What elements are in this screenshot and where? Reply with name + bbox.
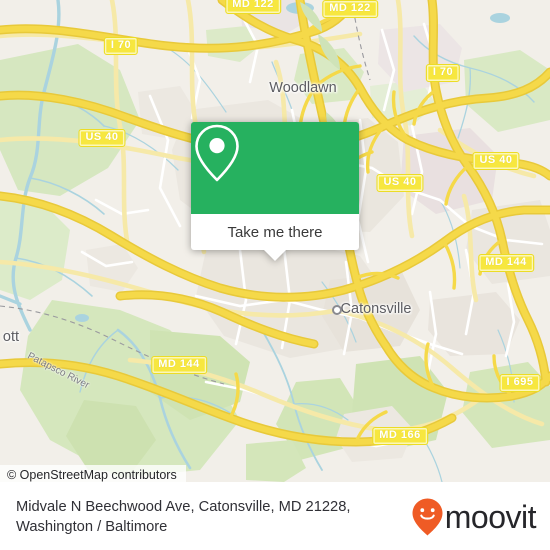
map-pin-icon (195, 124, 239, 182)
location-region: Washington / Baltimore (16, 518, 168, 535)
place-label-woodlawn: Woodlawn (269, 80, 337, 96)
popup-tail-pointer (264, 250, 286, 261)
highway-shield: MD 144 (151, 356, 207, 374)
highway-shield: US 40 (472, 152, 520, 170)
take-me-there-button[interactable]: Take me there (191, 214, 359, 250)
moovit-logo[interactable]: moovit (411, 497, 537, 537)
highway-shield: MD 122 (225, 0, 281, 14)
location-title: Midvale N Beechwood Ave, Catonsville, MD… (16, 498, 351, 515)
take-me-there-label: Take me there (227, 223, 323, 241)
highway-shield: I 695 (499, 374, 541, 392)
highway-shield: MD 166 (372, 427, 428, 445)
place-label-catonsville: Catonsville (340, 301, 412, 317)
popup-header (191, 122, 359, 214)
highway-shield: US 40 (376, 174, 424, 192)
moovit-wordmark: moovit (444, 498, 537, 535)
location-description: Midvale N Beechwood Ave, Catonsville, MD… (16, 497, 350, 537)
footer-bar: Midvale N Beechwood Ave, Catonsville, MD… (0, 482, 550, 550)
moovit-map-screenshot: MD 122 MD 122 I 70 I 70 US 40 US 40 US 4… (0, 0, 550, 550)
location-popup-card[interactable]: Take me there (191, 122, 359, 261)
highway-shield: I 70 (103, 37, 139, 55)
highway-shield: MD 122 (322, 0, 378, 18)
place-marker-dot (332, 305, 342, 315)
map-attribution[interactable]: © OpenStreetMap contributors (0, 465, 186, 482)
highway-shield: MD 144 (478, 254, 534, 272)
map-canvas[interactable]: MD 122 MD 122 I 70 I 70 US 40 US 40 US 4… (0, 0, 550, 482)
highway-shield: I 70 (425, 64, 461, 82)
moovit-pin-icon (412, 498, 443, 535)
place-label-ellicott-city-clipped: ott (2, 329, 19, 345)
highway-shield: US 40 (78, 129, 126, 147)
